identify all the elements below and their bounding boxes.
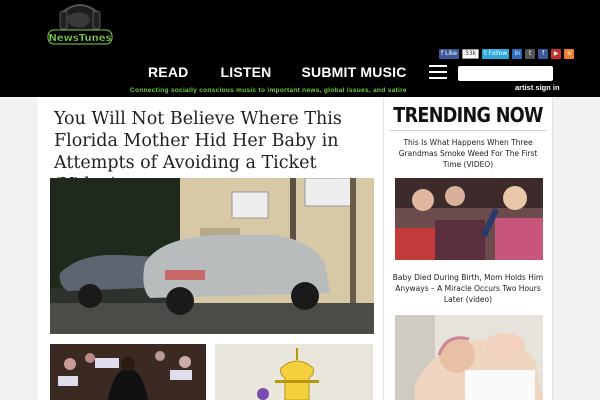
trending-divider [390,130,546,131]
search-input[interactable] [458,66,553,81]
follow-label: Follow [488,50,508,57]
main-nav: READ LISTEN SUBMIT MUSIC [148,64,447,80]
nav-listen[interactable]: LISTEN [220,64,271,80]
newstunes-logo[interactable]: NewsTunes [44,2,116,56]
trending-headline-1[interactable]: This Is What Happens When Three Grandmas… [390,137,546,170]
trending-headline-2[interactable]: Baby Died During Birth, Mom Holds Him An… [390,272,546,305]
like-count: 33k [462,49,480,59]
rss-icon[interactable]: ≋ [564,49,575,59]
article-thumbnail-rally[interactable] [50,344,206,400]
logo-text: NewsTunes [48,33,111,44]
like-label: Like [445,50,457,57]
twitter-follow-button[interactable]: t Follow [482,49,510,59]
social-bar: f Like 33k t Follow in t f ▶ ≋ [439,49,575,59]
facebook-like-button[interactable]: f Like [439,49,459,59]
nav-read[interactable]: READ [148,64,188,80]
trending-image-2[interactable] [395,315,543,400]
hamburger-menu-icon[interactable] [428,65,447,79]
artist-sign-in-link[interactable]: artist sign in [515,83,560,92]
site-tagline: Connecting socially conscious music to i… [130,87,407,94]
article-thumbnail-capitol[interactable] [215,344,373,400]
article-hero-image[interactable] [50,178,374,334]
trending-heading: TRENDING NOW [393,103,543,127]
youtube-icon[interactable]: ▶ [551,49,562,59]
tumblr-icon[interactable]: t [525,49,536,59]
nav-submit-music[interactable]: SUBMIT MUSIC [301,64,406,80]
linkedin-icon[interactable]: in [512,49,523,59]
trending-image-1[interactable] [395,178,543,260]
facebook-icon[interactable]: f [538,49,549,59]
